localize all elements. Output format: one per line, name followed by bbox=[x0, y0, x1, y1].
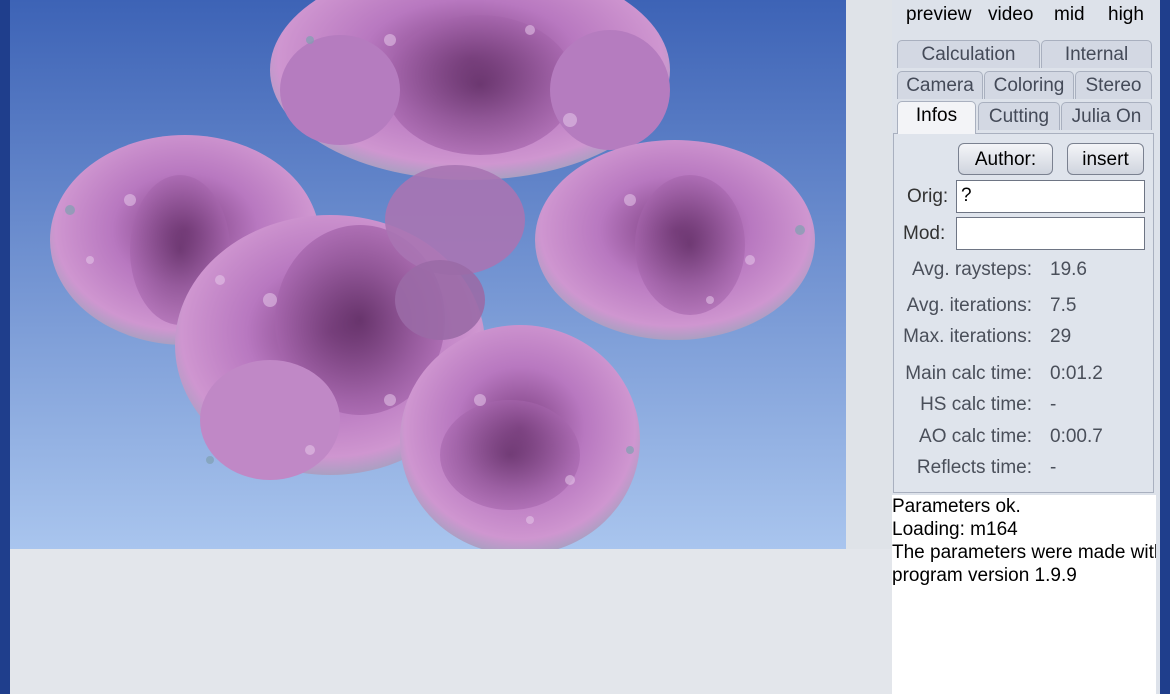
tab-julia-on[interactable]: Julia On bbox=[1061, 102, 1152, 130]
tab-calculation[interactable]: Calculation bbox=[897, 40, 1040, 68]
log-line: program version 1.9.9 bbox=[892, 565, 1077, 586]
orig-field[interactable]: ? bbox=[956, 180, 1145, 213]
orig-label: Orig: bbox=[907, 186, 949, 207]
tab-internal[interactable]: Internal bbox=[1041, 40, 1152, 68]
render-viewport[interactable] bbox=[10, 0, 846, 549]
stat-value-main-calc-time: 0:01.2 bbox=[1050, 363, 1103, 384]
fractal-lobe-bottom bbox=[400, 325, 640, 549]
log-line: The parameters were made with bbox=[892, 542, 1156, 563]
tab-infos[interactable]: Infos bbox=[897, 101, 976, 134]
stat-value-avg-iterations: 7.5 bbox=[1050, 295, 1077, 316]
stat-label-main-calc-time: Main calc time: bbox=[905, 363, 1032, 384]
stat-value-avg-raysteps: 19.6 bbox=[1050, 259, 1087, 280]
log-line: Parameters ok. bbox=[892, 496, 1021, 517]
tab-cutting[interactable]: Cutting bbox=[978, 102, 1060, 130]
tab-stereo[interactable]: Stereo bbox=[1075, 71, 1152, 99]
empty-canvas-area bbox=[10, 549, 892, 694]
window-frame-left bbox=[0, 0, 10, 694]
mod-field[interactable] bbox=[956, 217, 1145, 250]
stat-label-ao-calc-time: AO calc time: bbox=[919, 426, 1032, 447]
stat-value-ao-calc-time: 0:00.7 bbox=[1050, 426, 1103, 447]
quality-video[interactable]: video bbox=[988, 4, 1033, 26]
stat-label-hs-calc-time: HS calc time: bbox=[920, 394, 1032, 415]
log-line: Loading: m164 bbox=[892, 519, 1018, 540]
fractal-lobe-right bbox=[535, 140, 815, 340]
quality-selector: preview video mid high bbox=[892, 2, 1160, 30]
stat-label-avg-raysteps: Avg. raysteps: bbox=[911, 259, 1032, 280]
insert-button[interactable]: insert bbox=[1067, 143, 1144, 175]
stat-value-hs-calc-time: - bbox=[1050, 394, 1057, 415]
fractal-render bbox=[10, 0, 846, 549]
tab-coloring[interactable]: Coloring bbox=[984, 71, 1074, 99]
stat-label-max-iterations: Max. iterations: bbox=[903, 326, 1032, 347]
mod-label: Mod: bbox=[903, 223, 946, 244]
stat-label-avg-iterations: Avg. iterations: bbox=[906, 295, 1032, 316]
tab-camera[interactable]: Camera bbox=[897, 71, 983, 99]
author-button[interactable]: Author: bbox=[958, 143, 1053, 175]
window-frame-right bbox=[1160, 0, 1170, 694]
stat-value-reflects-time: - bbox=[1050, 457, 1057, 478]
quality-mid[interactable]: mid bbox=[1054, 4, 1085, 26]
quality-high[interactable]: high bbox=[1108, 4, 1144, 26]
stat-label-reflects-time: Reflects time: bbox=[916, 457, 1032, 478]
status-log: Parameters ok. Loading: m164 The paramet… bbox=[892, 495, 1156, 694]
stat-value-max-iterations: 29 bbox=[1050, 326, 1072, 347]
quality-preview[interactable]: preview bbox=[906, 4, 971, 26]
